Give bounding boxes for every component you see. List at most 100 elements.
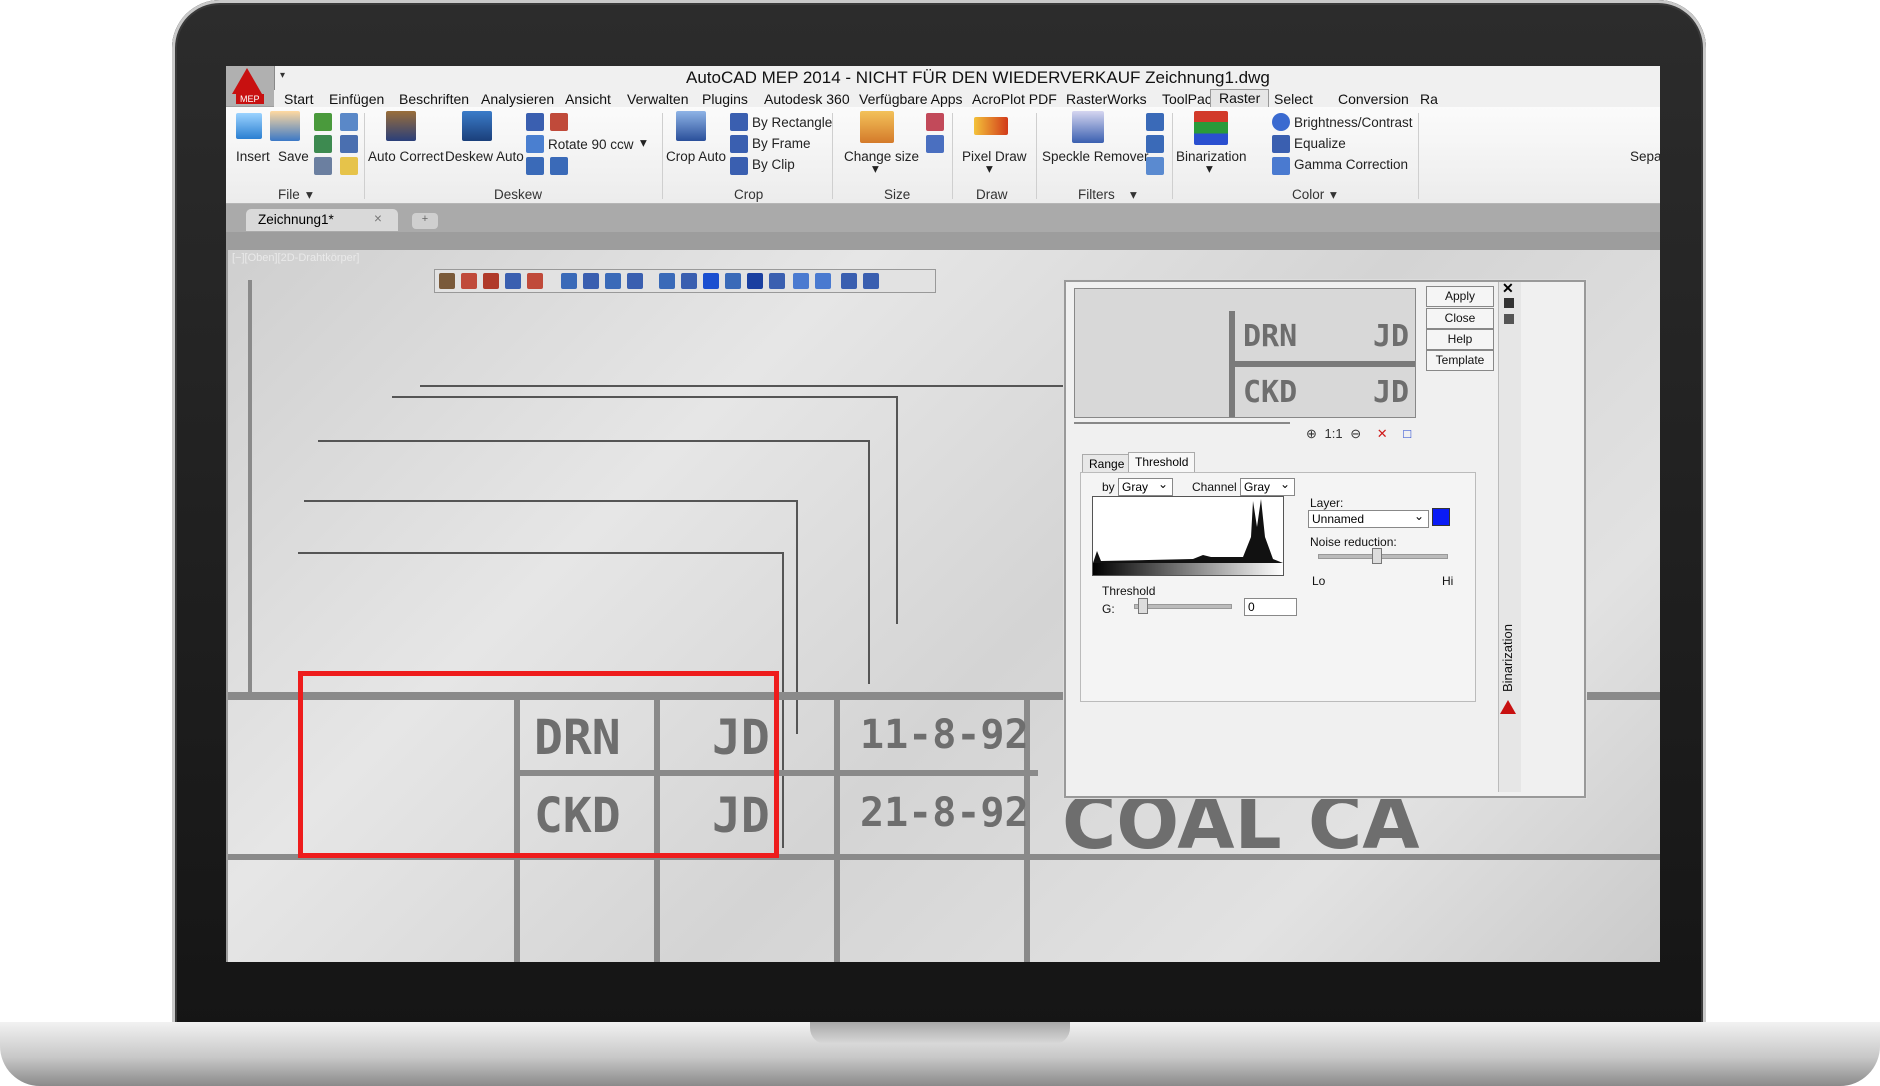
by-frame-button[interactable]: By Frame bbox=[752, 136, 811, 151]
image-export-icon[interactable] bbox=[340, 135, 358, 153]
document-icon[interactable] bbox=[314, 157, 332, 175]
speckle-remover-button[interactable]: Speckle Remover bbox=[1042, 149, 1149, 164]
group-crop[interactable]: Crop bbox=[734, 187, 763, 202]
rotate-icon[interactable] bbox=[526, 135, 544, 153]
flip-vertical-icon[interactable] bbox=[526, 157, 544, 175]
zoom-fit-icon[interactable]: 1:1 bbox=[1325, 426, 1343, 441]
cancel-preview-icon[interactable]: ✕ bbox=[1377, 426, 1388, 441]
color-dropdown-icon[interactable]: ▾ bbox=[1330, 187, 1337, 203]
zoom-in-icon[interactable]: ⊕ bbox=[1306, 426, 1317, 441]
tab-acroplot-pdf[interactable]: AcroPlot PDF bbox=[972, 91, 1057, 107]
crop-auto-icon[interactable] bbox=[676, 111, 706, 141]
image-frame-icon[interactable] bbox=[314, 135, 332, 153]
by-rectangle-button[interactable]: By Rectangle bbox=[752, 115, 832, 130]
toolbar-tool-14-icon[interactable] bbox=[747, 273, 763, 289]
toolbar-tool-13-icon[interactable] bbox=[725, 273, 741, 289]
brightness-contrast-button[interactable]: Brightness/Contrast bbox=[1294, 115, 1413, 130]
gamma-correction-button[interactable]: Gamma Correction bbox=[1294, 157, 1408, 172]
change-size-dropdown-icon[interactable]: ▾ bbox=[872, 161, 879, 177]
toolbar-tool-11-icon[interactable] bbox=[681, 273, 697, 289]
channel-select[interactable]: Gray bbox=[1240, 476, 1295, 496]
insert-button[interactable]: Insert bbox=[236, 149, 270, 164]
preview-pane[interactable]: DRN CKD JD JD bbox=[1074, 288, 1416, 418]
layer-select[interactable]: Unnamed bbox=[1308, 508, 1429, 528]
tab-raster[interactable]: Raster bbox=[1210, 89, 1270, 107]
tab-ansicht[interactable]: Ansicht bbox=[565, 91, 611, 107]
save-button[interactable]: Save bbox=[278, 149, 309, 164]
toolbar-tool-19-icon[interactable] bbox=[863, 273, 879, 289]
new-tab-button[interactable]: + bbox=[412, 213, 438, 229]
filters-dropdown-icon[interactable]: ▾ bbox=[1130, 187, 1137, 203]
change-size-icon[interactable] bbox=[860, 111, 894, 143]
tab-range[interactable]: Range bbox=[1082, 454, 1132, 473]
layer-color-swatch[interactable] bbox=[1432, 508, 1450, 526]
grid-icon[interactable] bbox=[926, 135, 944, 153]
copy-image-icon[interactable] bbox=[340, 113, 358, 131]
toolbar-tool-3-icon[interactable] bbox=[483, 273, 499, 289]
tab-verfuegbare-apps[interactable]: Verfügbare Apps bbox=[859, 91, 963, 107]
document-tab[interactable]: Zeichnung1* × bbox=[246, 209, 398, 231]
tab-verwalten[interactable]: Verwalten bbox=[627, 91, 688, 107]
change-size-button[interactable]: Change size bbox=[844, 149, 919, 164]
tab-toolpac[interactable]: ToolPac bbox=[1162, 91, 1212, 107]
viewport-label[interactable]: [−][Oben][2D-Drahtkörper] bbox=[232, 252, 359, 264]
floating-toolbar[interactable] bbox=[434, 269, 936, 293]
pixel-draw-button[interactable]: Pixel Draw bbox=[962, 149, 1027, 164]
by-clip-icon[interactable] bbox=[730, 157, 748, 175]
template-button[interactable]: Template bbox=[1426, 350, 1494, 371]
deskew-auto-button[interactable]: Deskew Auto bbox=[445, 149, 524, 164]
group-deskew[interactable]: Deskew bbox=[494, 187, 542, 202]
separate-button[interactable]: Sepa bbox=[1630, 149, 1660, 164]
toolbar-tool-8-icon[interactable] bbox=[605, 273, 621, 289]
toolbar-tool-17-icon[interactable] bbox=[815, 273, 831, 289]
zoom-out-icon[interactable]: ⊖ bbox=[1350, 426, 1361, 441]
preview-frame-icon[interactable]: □ bbox=[1403, 426, 1411, 441]
pin-icon[interactable] bbox=[1504, 298, 1514, 308]
toolbar-tool-9-icon[interactable] bbox=[627, 273, 643, 289]
tab-analysieren[interactable]: Analysieren bbox=[481, 91, 554, 107]
toolbar-tool-4-icon[interactable] bbox=[505, 273, 521, 289]
by-clip-button[interactable]: By Clip bbox=[752, 157, 795, 172]
binarization-icon[interactable] bbox=[1194, 111, 1228, 145]
noise-reduction-thumb[interactable] bbox=[1372, 548, 1382, 564]
tab-einfuegen[interactable]: Einfügen bbox=[329, 91, 384, 107]
help-button[interactable]: Help bbox=[1426, 329, 1494, 350]
toolbar-tool-10-icon[interactable] bbox=[659, 273, 675, 289]
filter-options-icon[interactable] bbox=[1146, 157, 1164, 175]
deskew-auto-icon[interactable] bbox=[462, 111, 492, 141]
group-filters[interactable]: Filters bbox=[1078, 187, 1115, 202]
brightness-contrast-icon[interactable] bbox=[1272, 113, 1290, 131]
group-file[interactable]: File bbox=[278, 187, 300, 202]
close-tab-icon[interactable]: × bbox=[374, 211, 382, 226]
group-size[interactable]: Size bbox=[884, 187, 910, 202]
preview-scrollbar[interactable] bbox=[1074, 422, 1290, 424]
tab-plugins[interactable]: Plugins bbox=[702, 91, 748, 107]
toolbar-tool-12-icon[interactable] bbox=[703, 273, 719, 289]
tab-select[interactable]: Select bbox=[1274, 91, 1313, 107]
tab-start[interactable]: Start bbox=[284, 91, 314, 107]
new-image-icon[interactable] bbox=[340, 157, 358, 175]
toolbar-tool-6-icon[interactable] bbox=[561, 273, 577, 289]
threshold-slider[interactable] bbox=[1134, 604, 1232, 609]
threshold-thumb[interactable] bbox=[1138, 598, 1148, 614]
toolbar-tool-7-icon[interactable] bbox=[583, 273, 599, 289]
filter-icon[interactable] bbox=[1146, 113, 1164, 131]
tab-ra[interactable]: Ra bbox=[1420, 91, 1438, 107]
toolbar-tool-5-icon[interactable] bbox=[527, 273, 543, 289]
apply-button[interactable]: Apply bbox=[1426, 286, 1494, 307]
by-select[interactable]: Gray bbox=[1118, 476, 1173, 496]
save-icon[interactable] bbox=[270, 111, 300, 141]
toolbar-tool-18-icon[interactable] bbox=[841, 273, 857, 289]
insert-icon[interactable] bbox=[236, 113, 262, 139]
resize-icon[interactable] bbox=[926, 113, 944, 131]
deskew-icon[interactable] bbox=[526, 113, 544, 131]
toolbar-tool-16-icon[interactable] bbox=[793, 273, 809, 289]
toolbar-tool-15-icon[interactable] bbox=[769, 273, 785, 289]
close-button[interactable]: Close bbox=[1426, 308, 1494, 329]
threshold-value-stepper[interactable]: 0 bbox=[1244, 598, 1297, 616]
pixel-draw-icon[interactable] bbox=[974, 117, 1008, 135]
pixel-draw-dropdown-icon[interactable]: ▾ bbox=[986, 161, 993, 177]
equalize-icon[interactable] bbox=[1272, 135, 1290, 153]
tab-conversion[interactable]: Conversion bbox=[1338, 91, 1409, 107]
flip-horizontal-icon[interactable] bbox=[550, 157, 568, 175]
